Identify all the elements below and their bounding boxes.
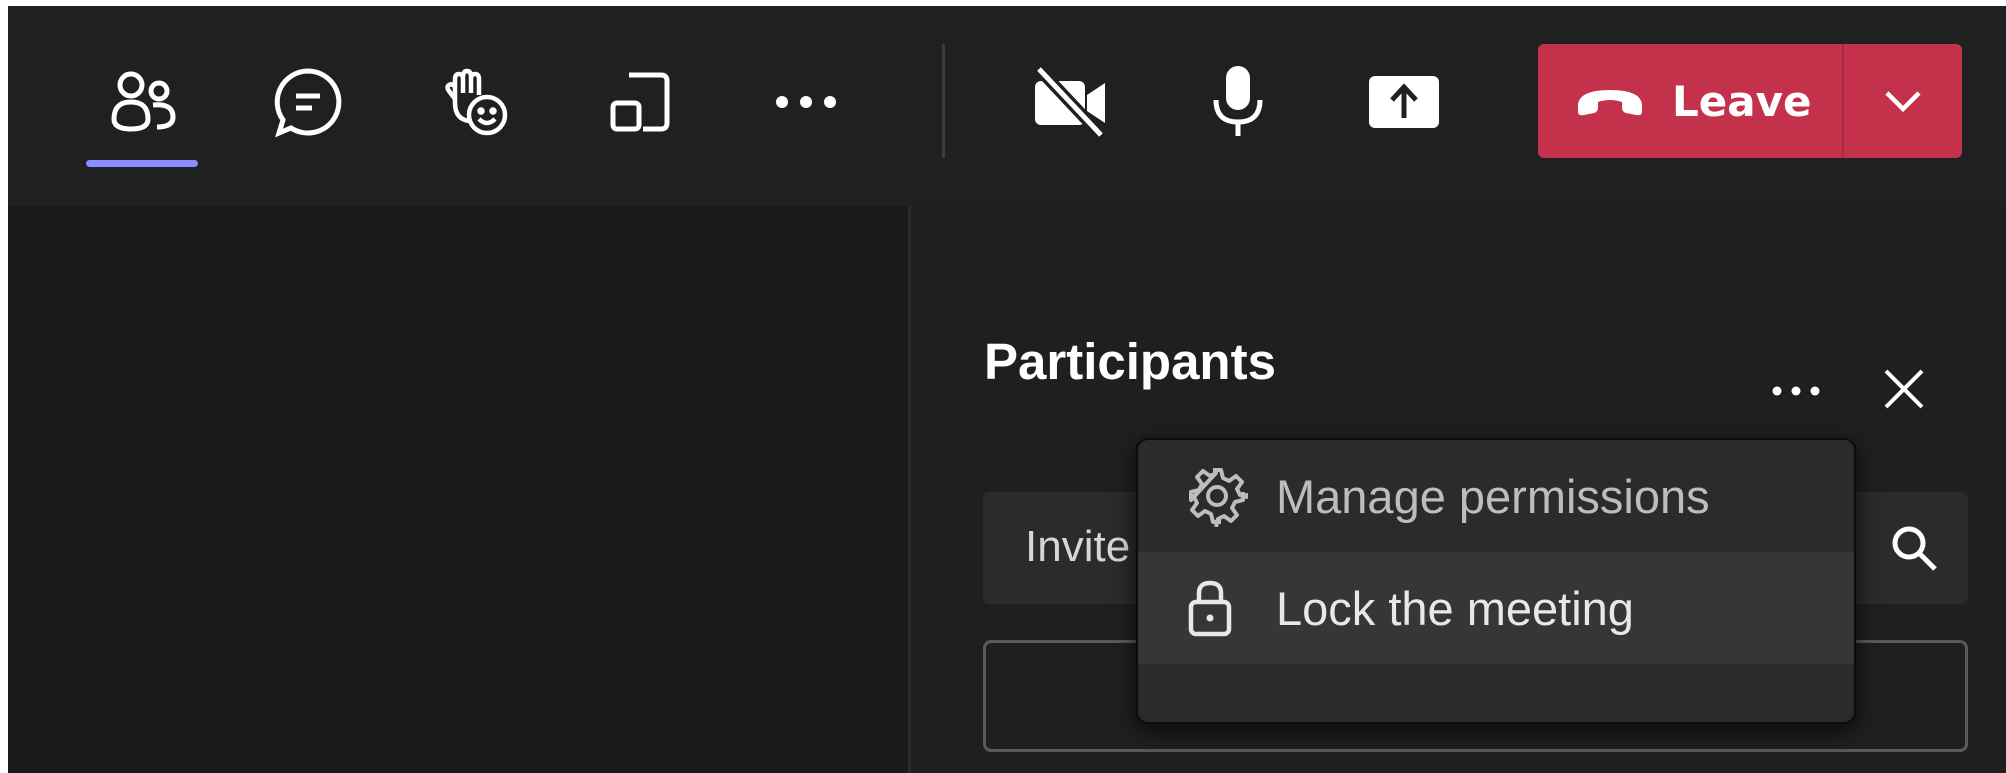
leave-label: Leave [1672, 76, 1812, 126]
gear-icon [1186, 465, 1258, 527]
lock-icon [1186, 578, 1258, 638]
invite-placeholder: Invite [1025, 522, 1131, 571]
chat-button[interactable] [248, 42, 368, 162]
search-button[interactable] [1882, 516, 1946, 580]
view-button[interactable] [580, 42, 700, 162]
menu-item-label: Manage permissions [1276, 469, 1710, 523]
chat-icon [274, 68, 342, 138]
more-actions-button[interactable] [746, 42, 866, 162]
leave-button[interactable]: Leave [1538, 44, 1842, 158]
search-icon [1892, 526, 1937, 571]
menu-item-manage-permissions[interactable]: Manage permissions [1138, 440, 1854, 552]
meeting-toolbar: Leave [8, 6, 2006, 206]
participants-options-menu: Manage permissions Lock the meeting [1136, 438, 1856, 724]
camera-off-icon [1034, 65, 1106, 139]
microphone-icon [1213, 66, 1263, 136]
panel-title: Participants [984, 333, 1276, 390]
menu-item-lock-meeting[interactable]: Lock the meeting [1138, 552, 1854, 664]
chevron-down-icon [1885, 91, 1921, 113]
react-button[interactable] [414, 42, 534, 162]
camera-button[interactable] [1010, 42, 1130, 162]
share-screen-icon [1369, 76, 1439, 128]
more-actions-icon [776, 96, 836, 108]
meeting-stage [8, 206, 908, 773]
more-options-icon [1772, 386, 1820, 396]
share-screen-button[interactable] [1344, 42, 1464, 162]
active-tab-indicator [86, 160, 198, 167]
hang-up-icon [1578, 90, 1642, 116]
teams-meeting-window: Leave Participants Invite Manage permiss… [8, 6, 2006, 773]
toolbar-divider [942, 44, 945, 158]
panel-more-options-button[interactable] [1761, 356, 1831, 426]
close-icon [1884, 369, 1924, 409]
share-view-icon [610, 72, 670, 132]
leave-button-group: Leave [1538, 44, 1962, 158]
people-button[interactable] [82, 42, 202, 162]
leave-options-dropdown[interactable] [1844, 44, 1962, 158]
panel-close-button[interactable] [1869, 354, 1939, 424]
people-icon [111, 71, 176, 132]
react-raise-hand-icon [445, 68, 508, 136]
menu-item-label: Lock the meeting [1276, 581, 1634, 635]
microphone-button[interactable] [1178, 42, 1298, 162]
